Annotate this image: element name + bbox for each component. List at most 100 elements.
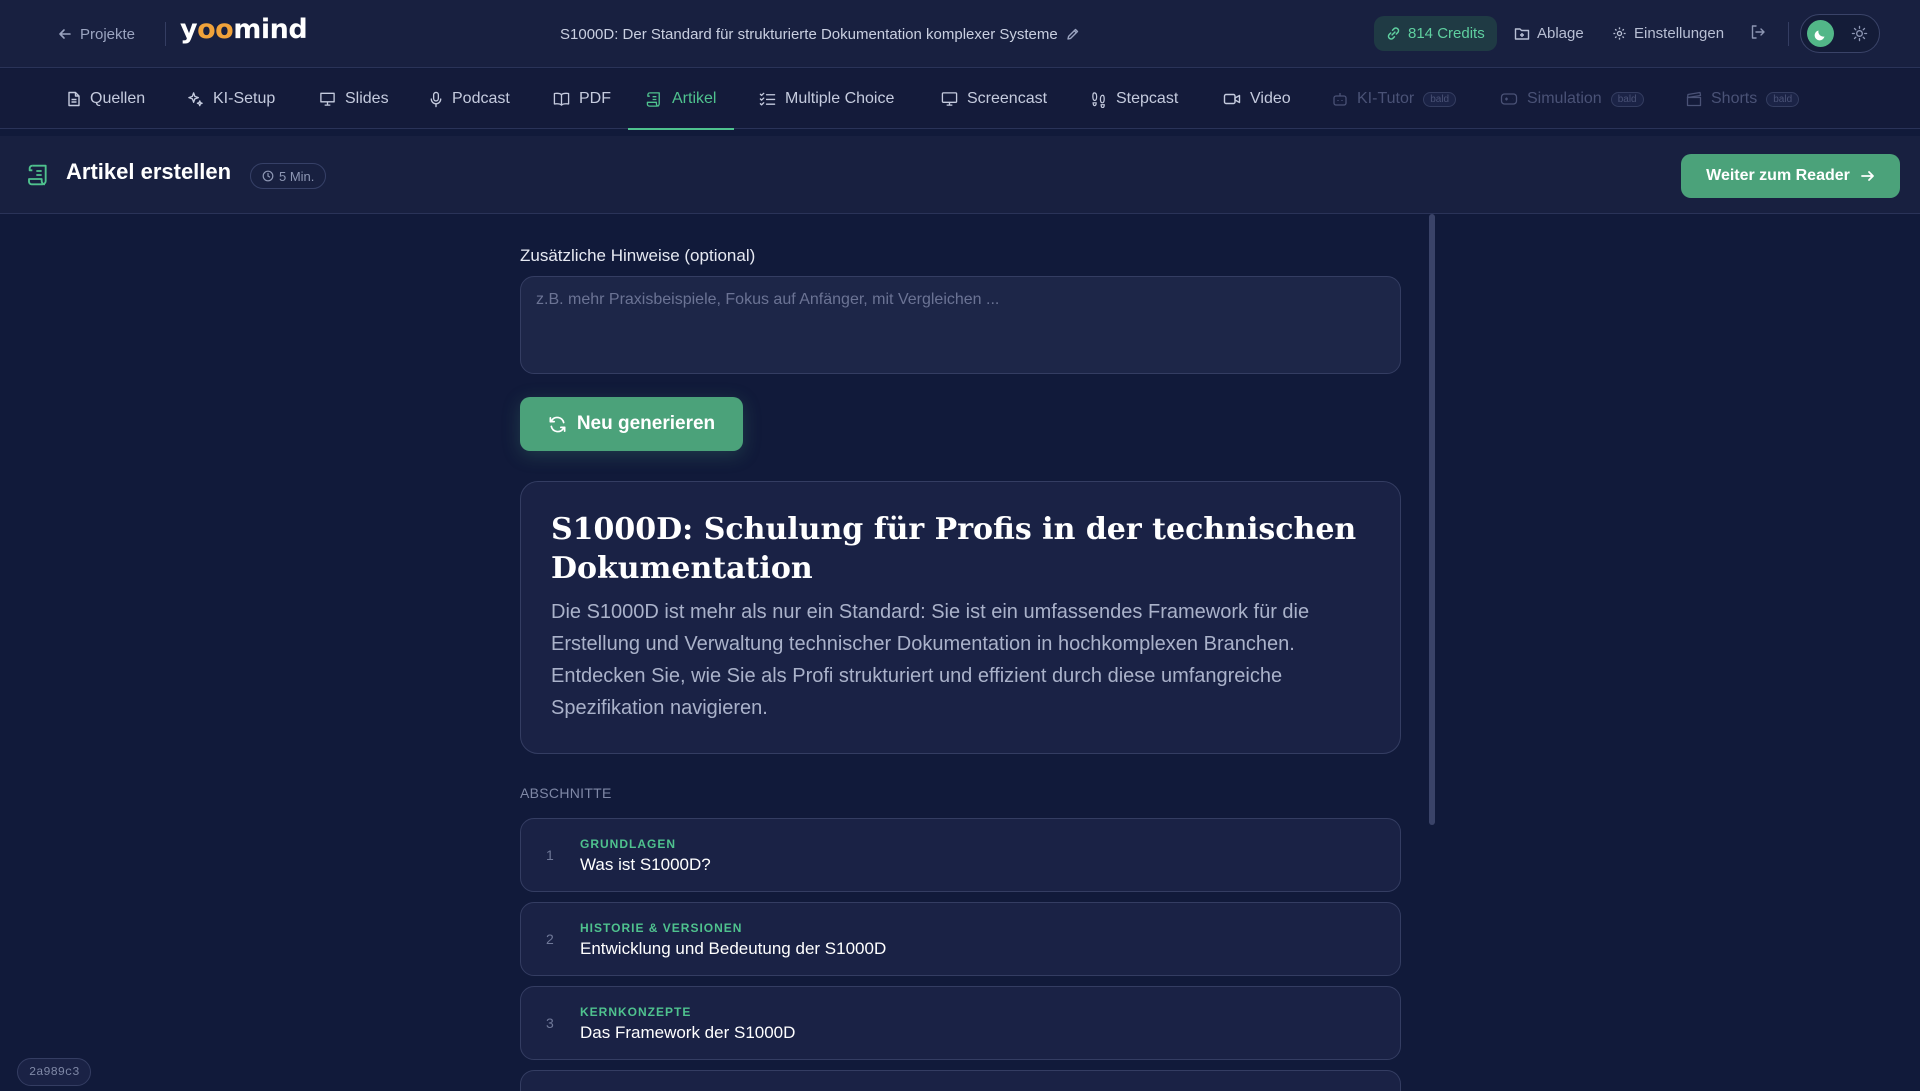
section-number: 1 (546, 847, 554, 863)
tab-multiple-choice[interactable]: Multiple Choice (759, 69, 894, 129)
tab-screencast[interactable]: Screencast (941, 69, 1047, 129)
tab-label: Slides (345, 90, 389, 107)
settings-label: Einstellungen (1634, 25, 1725, 42)
gamepad-icon (1500, 93, 1518, 105)
logout-button[interactable] (1750, 24, 1766, 40)
tab-label: Quellen (90, 90, 146, 107)
section-category: KERNKONZEPTE (580, 1005, 692, 1019)
yoomind-logo[interactable]: yoomind (180, 14, 308, 45)
tab-label: Shorts (1711, 90, 1758, 107)
moon-icon (1814, 30, 1824, 40)
credits-text: 814 Credits (1408, 25, 1485, 42)
regenerate-button[interactable]: Neu generieren (520, 397, 743, 451)
coming-soon-badge: bald (1766, 91, 1800, 107)
page-title: Artikel erstellen (66, 159, 232, 184)
gear-icon (1613, 27, 1626, 40)
presentation-icon (320, 92, 335, 106)
top-bar: Projekte yoomind S1000D: Der Standard fü… (0, 0, 1920, 68)
continue-to-reader-button[interactable]: Weiter zum Reader (1681, 154, 1900, 198)
tab-label: KI-Setup (213, 90, 276, 107)
section-category: HISTORIE & VERSIONEN (580, 921, 743, 935)
tab-label: Screencast (967, 90, 1048, 107)
tab-ki-setup[interactable]: KI-Setup (187, 69, 275, 129)
scroll-icon (646, 91, 660, 107)
article-description: Die S1000D ist mehr als nur ein Standard… (551, 601, 1310, 719)
tab-label: Simulation (1527, 90, 1602, 107)
scrollbar-thumb[interactable] (1429, 214, 1435, 825)
coming-soon-badge: bald (1423, 91, 1457, 107)
tab-slides[interactable]: Slides (319, 69, 389, 129)
tab-stepcast[interactable]: Stepcast (1091, 69, 1178, 129)
tab-label: Stepcast (1116, 90, 1179, 107)
section-item-partial[interactable] (520, 1070, 1401, 1091)
section-item[interactable]: 1 GRUNDLAGEN Was ist S1000D? (520, 818, 1401, 892)
dark-mode-button[interactable] (1807, 20, 1834, 47)
duration-badge: 5 Min. (250, 163, 327, 189)
build-id-badge: 2a989c3 (17, 1058, 92, 1086)
project-title-text: S1000D: Der Standard für strukturierte D… (560, 25, 1058, 43)
archive-label: Ablage (1537, 25, 1584, 42)
microphone-icon (430, 91, 442, 107)
tab-label: Video (1250, 90, 1291, 107)
project-title[interactable]: S1000D: Der Standard für strukturierte D… (560, 0, 1080, 68)
video-camera-icon (1223, 93, 1241, 105)
section-number: 2 (546, 931, 554, 947)
back-to-projects-link[interactable]: Projekte (58, 0, 135, 68)
checklist-icon (759, 92, 776, 106)
tab-ki-tutor: KI-Tutor bald (1332, 69, 1457, 129)
credits-badge[interactable]: 814 Credits (1374, 16, 1497, 51)
topbar-divider (165, 22, 166, 46)
theme-toggle[interactable] (1800, 14, 1880, 53)
tab-quellen[interactable]: Quellen (67, 69, 145, 129)
settings-button[interactable]: Einstellungen (1612, 16, 1724, 51)
tab-video[interactable]: Video (1223, 69, 1291, 129)
duration-text: 5 Min. (279, 168, 315, 184)
arrow-right-icon (1860, 171, 1874, 181)
tab-artikel[interactable]: Artikel (627, 69, 736, 130)
sun-icon (1851, 25, 1868, 42)
section-number: 3 (546, 1015, 554, 1031)
tab-label: PDF (579, 90, 611, 107)
notes-label: Zusätzliche Hinweise (optional) (520, 246, 756, 265)
article-preview-card: S1000D: Schulung für Profis in der techn… (520, 481, 1401, 754)
monitor-icon (941, 92, 958, 106)
tab-label: KI-Tutor (1357, 90, 1415, 107)
tab-pdf[interactable]: PDF (553, 69, 611, 129)
arrow-left-icon (59, 29, 71, 39)
page-header: Artikel erstellen 5 Min. Weiter zum Read… (0, 136, 1920, 214)
book-icon (553, 92, 570, 106)
tab-bar: Quellen KI-Setup Slides Podcast PDF Arti… (0, 69, 1920, 130)
footprints-icon (1092, 91, 1105, 108)
tab-label: Multiple Choice (785, 90, 895, 107)
article-title: S1000D: Schulung für Profis in der techn… (551, 512, 1357, 586)
tab-label: Podcast (452, 90, 510, 107)
light-mode-button[interactable] (1851, 25, 1868, 42)
notes-input[interactable] (520, 276, 1401, 374)
link-icon (1387, 27, 1400, 40)
topbar-divider-right (1788, 22, 1789, 46)
section-title: Das Framework der S1000D (580, 1023, 796, 1042)
back-label: Projekte (80, 25, 136, 43)
bot-icon (1333, 93, 1347, 106)
tab-simulation: Simulation bald (1500, 69, 1644, 129)
section-item[interactable]: 3 KERNKONZEPTE Das Framework der S1000D (520, 986, 1401, 1060)
document-icon (68, 91, 80, 107)
section-item[interactable]: 2 HISTORIE & VERSIONEN Entwicklung und B… (520, 902, 1401, 976)
regenerate-label: Neu generieren (576, 413, 716, 434)
sparkles-icon (188, 91, 203, 106)
section-title: Entwicklung und Bedeutung der S1000D (580, 939, 887, 958)
archive-button[interactable]: Ablage (1514, 16, 1584, 51)
tab-shorts: Shorts bald (1686, 69, 1800, 129)
clock-icon (262, 170, 274, 182)
coming-soon-badge: bald (1610, 91, 1644, 107)
sections-heading: ABSCHNITTE (520, 785, 612, 801)
reader-button-label: Weiter zum Reader (1706, 167, 1850, 184)
section-category: GRUNDLAGEN (580, 837, 676, 851)
pencil-icon[interactable] (1066, 27, 1080, 41)
folder-icon (1514, 28, 1530, 40)
tab-podcast[interactable]: Podcast (429, 69, 510, 129)
tab-label: Artikel (672, 90, 717, 107)
logout-icon (1751, 25, 1765, 39)
clapperboard-icon (1686, 91, 1702, 107)
scroll-icon (28, 164, 47, 186)
